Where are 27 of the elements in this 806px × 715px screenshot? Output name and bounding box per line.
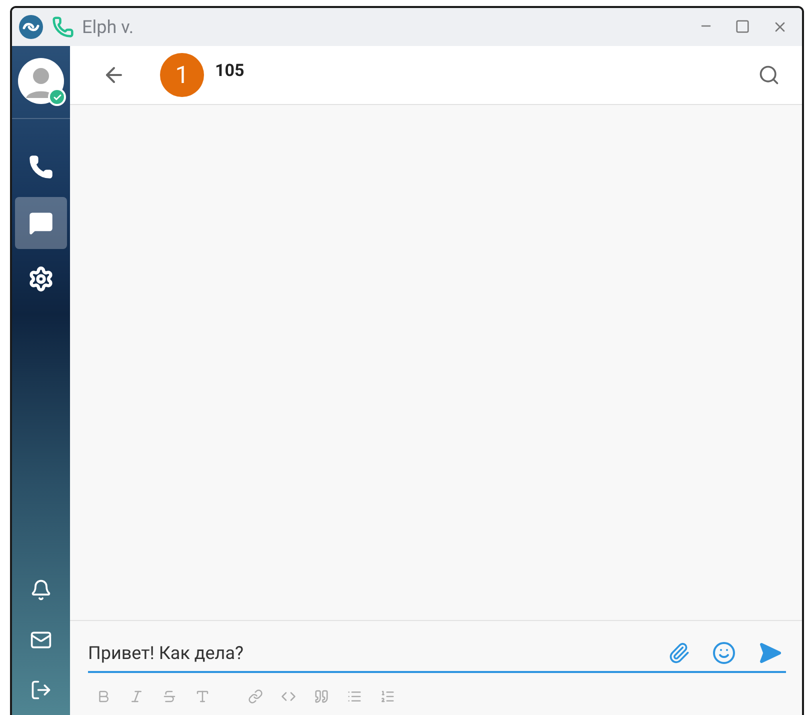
mail-icon [30,629,52,651]
send-icon [758,641,782,665]
smiley-icon [712,641,736,665]
message-input-field[interactable]: Привет! Как дела? [88,638,664,668]
gear-icon [28,266,54,292]
bullet-list-icon [347,689,362,704]
avatar-silhouette[interactable] [18,58,64,104]
maximize-icon [735,19,750,34]
logout-icon [30,679,52,701]
window-title: Elph v. [82,16,134,38]
italic-icon [129,689,144,704]
chat-icon [28,210,54,236]
phone-icon [52,16,74,38]
search-icon [758,64,780,86]
paperclip-icon [668,642,690,664]
contact-badge: 1 [160,53,204,97]
quote-icon [314,689,329,704]
link-icon [248,689,263,704]
strikethrough-icon [162,689,177,704]
numbered-list-icon [380,689,395,704]
phone-icon [28,154,54,180]
bold-icon [96,689,111,704]
contact-name: 105 [215,61,244,81]
bell-icon [30,579,52,601]
code-icon [281,689,296,704]
logo-icon [18,14,44,40]
text-icon [195,689,210,704]
